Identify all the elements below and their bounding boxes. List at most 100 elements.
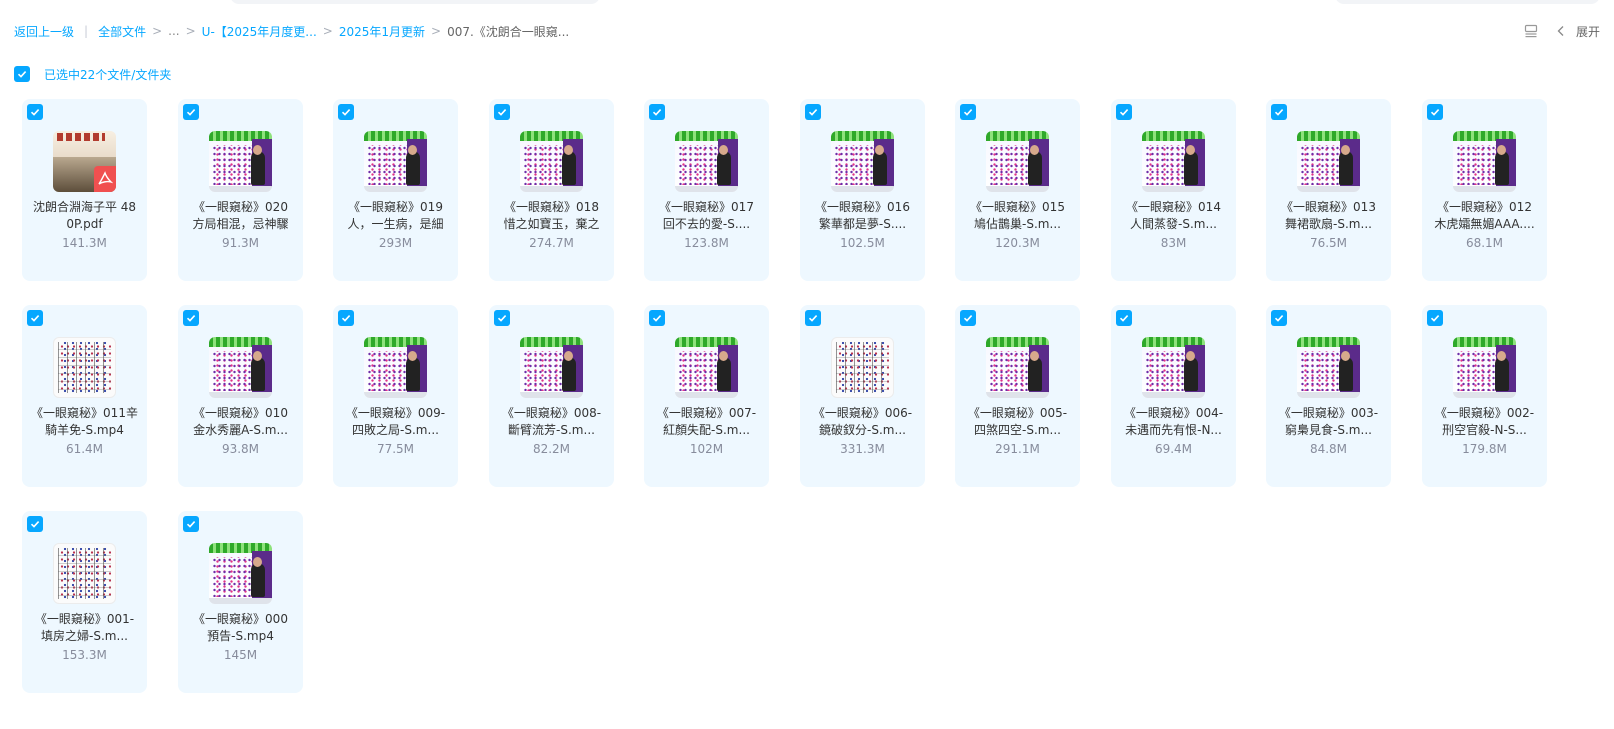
chevron-left-icon[interactable] xyxy=(1556,25,1566,37)
video-thumbnail[interactable] xyxy=(209,543,272,604)
file-card[interactable]: 《一眼窺秘》011辛 騎羊免-S.mp4 61.4M xyxy=(22,305,147,487)
file-name[interactable]: 《一眼窺秘》002- 刑空官殺-N-S... xyxy=(1426,405,1543,439)
file-card[interactable]: 《一眼窺秘》009- 四敗之局-S.m... 77.5M xyxy=(333,305,458,487)
file-card[interactable]: 《一眼窺秘》001- 填房之婦-S.m... 153.3M xyxy=(22,511,147,693)
video-thumbnail[interactable] xyxy=(986,131,1049,192)
file-checkbox[interactable] xyxy=(183,516,199,532)
file-name[interactable]: 《一眼窺秘》011辛 騎羊免-S.mp4 xyxy=(26,405,143,439)
back-link[interactable]: 返回上一级 xyxy=(14,23,74,40)
top-right-bar-edge[interactable] xyxy=(1335,0,1600,4)
file-card[interactable]: 沈朗合淵海子平 48 0P.pdf 141.3M xyxy=(22,99,147,281)
file-card[interactable]: 《一眼窺秘》010 金水秀麗A-S.m... 93.8M xyxy=(178,305,303,487)
file-checkbox[interactable] xyxy=(1271,104,1287,120)
file-name-line2: 0P.pdf xyxy=(66,217,103,231)
pdf-thumbnail[interactable] xyxy=(53,131,116,192)
list-view-icon[interactable] xyxy=(1524,24,1538,38)
search-bar-edge[interactable] xyxy=(230,0,600,4)
breadcrumb-level1[interactable]: U-【2025年月度更... xyxy=(202,23,317,40)
chart-thumbnail[interactable] xyxy=(831,337,894,398)
file-card[interactable]: 《一眼窺秘》004- 未遇而先有恨-N... 69.4M xyxy=(1111,305,1236,487)
file-checkbox[interactable] xyxy=(960,104,976,120)
file-name[interactable]: 《一眼窺秘》010 金水秀麗A-S.m... xyxy=(182,405,299,439)
file-card[interactable]: 《一眼窺秘》007- 紅顏失配-S.m... 102M xyxy=(644,305,769,487)
file-name[interactable]: 《一眼窺秘》016 繁華都是夢-S.... xyxy=(804,199,921,233)
file-checkbox[interactable] xyxy=(183,104,199,120)
file-card[interactable]: 《一眼窺秘》000 預告-S.mp4 145M xyxy=(178,511,303,693)
video-thumbnail[interactable] xyxy=(675,337,738,398)
video-thumbnail[interactable] xyxy=(1142,337,1205,398)
file-card[interactable]: 《一眼窺秘》005- 四煞四空-S.m... 291.1M xyxy=(955,305,1080,487)
file-card[interactable]: 《一眼窺秘》018 惜之如寶玉，棄之 274.7M xyxy=(489,99,614,281)
video-thumbnail[interactable] xyxy=(364,131,427,192)
file-name[interactable]: 《一眼窺秘》017 回不去的愛-S.... xyxy=(648,199,765,233)
file-name[interactable]: 《一眼窺秘》000 預告-S.mp4 xyxy=(182,611,299,645)
video-thumbnail[interactable] xyxy=(209,131,272,192)
file-checkbox[interactable] xyxy=(805,310,821,326)
file-checkbox[interactable] xyxy=(1116,104,1132,120)
file-card[interactable]: 《一眼窺秘》020 方局相混，忌神驟 91.3M xyxy=(178,99,303,281)
file-card[interactable]: 《一眼窺秘》014 人間蒸發-S.m... 83M xyxy=(1111,99,1236,281)
video-thumbnail[interactable] xyxy=(1142,131,1205,192)
file-checkbox[interactable] xyxy=(649,310,665,326)
file-checkbox[interactable] xyxy=(338,104,354,120)
file-name[interactable]: 《一眼窺秘》005- 四煞四空-S.m... xyxy=(959,405,1076,439)
breadcrumb-ellipsis[interactable]: ... xyxy=(168,24,179,38)
file-name[interactable]: 《一眼窺秘》019 人，一生病，是細 xyxy=(337,199,454,233)
file-checkbox[interactable] xyxy=(27,516,43,532)
video-thumbnail[interactable] xyxy=(209,337,272,398)
file-checkbox[interactable] xyxy=(1116,310,1132,326)
file-checkbox[interactable] xyxy=(27,104,43,120)
file-card[interactable]: 《一眼窺秘》013 舞裙歌扇-S.m... 76.5M xyxy=(1266,99,1391,281)
file-checkbox[interactable] xyxy=(494,310,510,326)
file-name[interactable]: 《一眼窺秘》003- 窮梟見食-S.m... xyxy=(1270,405,1387,439)
video-thumbnail[interactable] xyxy=(1453,337,1516,398)
file-checkbox[interactable] xyxy=(27,310,43,326)
breadcrumb-level2[interactable]: 2025年1月更新 xyxy=(339,23,425,40)
file-card[interactable]: 《一眼窺秘》019 人，一生病，是細 293M xyxy=(333,99,458,281)
file-name[interactable]: 《一眼窺秘》020 方局相混，忌神驟 xyxy=(182,199,299,233)
file-card[interactable]: 《一眼窺秘》006- 鏡破釵分-S.m... 331.3M xyxy=(800,305,925,487)
video-thumbnail[interactable] xyxy=(520,131,583,192)
video-thumbnail[interactable] xyxy=(1297,337,1360,398)
file-checkbox[interactable] xyxy=(1427,104,1443,120)
file-name[interactable]: 《一眼窺秘》012 木虎孀無媚AAA.... xyxy=(1426,199,1543,233)
file-card[interactable]: 《一眼窺秘》008- 斷臂流芳-S.m... 82.2M xyxy=(489,305,614,487)
video-thumbnail[interactable] xyxy=(520,337,583,398)
select-all-checkbox[interactable] xyxy=(14,66,30,82)
breadcrumb-all-files[interactable]: 全部文件 xyxy=(98,23,146,40)
file-checkbox[interactable] xyxy=(494,104,510,120)
file-checkbox[interactable] xyxy=(805,104,821,120)
file-name[interactable]: 《一眼窺秘》009- 四敗之局-S.m... xyxy=(337,405,454,439)
file-name[interactable]: 沈朗合淵海子平 48 0P.pdf xyxy=(26,199,143,233)
file-card[interactable]: 《一眼窺秘》016 繁華都是夢-S.... 102.5M xyxy=(800,99,925,281)
file-name[interactable]: 《一眼窺秘》014 人間蒸發-S.m... xyxy=(1115,199,1232,233)
video-thumbnail[interactable] xyxy=(1297,131,1360,192)
file-name[interactable]: 《一眼窺秘》015 鳩佔鵲巢-S.m... xyxy=(959,199,1076,233)
file-card[interactable]: 《一眼窺秘》012 木虎孀無媚AAA.... 68.1M xyxy=(1422,99,1547,281)
file-checkbox[interactable] xyxy=(1271,310,1287,326)
file-card[interactable]: 《一眼窺秘》017 回不去的愛-S.... 123.8M xyxy=(644,99,769,281)
file-card[interactable]: 《一眼窺秘》002- 刑空官殺-N-S... 179.8M xyxy=(1422,305,1547,487)
file-name[interactable]: 《一眼窺秘》008- 斷臂流芳-S.m... xyxy=(493,405,610,439)
file-name[interactable]: 《一眼窺秘》013 舞裙歌扇-S.m... xyxy=(1270,199,1387,233)
video-thumbnail[interactable] xyxy=(675,131,738,192)
file-checkbox[interactable] xyxy=(338,310,354,326)
expand-button[interactable]: 展开 xyxy=(1576,23,1600,40)
file-name[interactable]: 《一眼窺秘》004- 未遇而先有恨-N... xyxy=(1115,405,1232,439)
file-card[interactable]: 《一眼窺秘》003- 窮梟見食-S.m... 84.8M xyxy=(1266,305,1391,487)
video-thumbnail[interactable] xyxy=(364,337,427,398)
file-checkbox[interactable] xyxy=(183,310,199,326)
file-name[interactable]: 《一眼窺秘》018 惜之如寶玉，棄之 xyxy=(493,199,610,233)
video-thumbnail[interactable] xyxy=(986,337,1049,398)
chart-thumbnail[interactable] xyxy=(53,337,116,398)
file-name[interactable]: 《一眼窺秘》007- 紅顏失配-S.m... xyxy=(648,405,765,439)
file-checkbox[interactable] xyxy=(960,310,976,326)
file-name[interactable]: 《一眼窺秘》001- 填房之婦-S.m... xyxy=(26,611,143,645)
file-checkbox[interactable] xyxy=(649,104,665,120)
video-thumbnail[interactable] xyxy=(831,131,894,192)
file-name[interactable]: 《一眼窺秘》006- 鏡破釵分-S.m... xyxy=(804,405,921,439)
file-card[interactable]: 《一眼窺秘》015 鳩佔鵲巢-S.m... 120.3M xyxy=(955,99,1080,281)
file-checkbox[interactable] xyxy=(1427,310,1443,326)
chart-thumbnail[interactable] xyxy=(53,543,116,604)
video-thumbnail[interactable] xyxy=(1453,131,1516,192)
